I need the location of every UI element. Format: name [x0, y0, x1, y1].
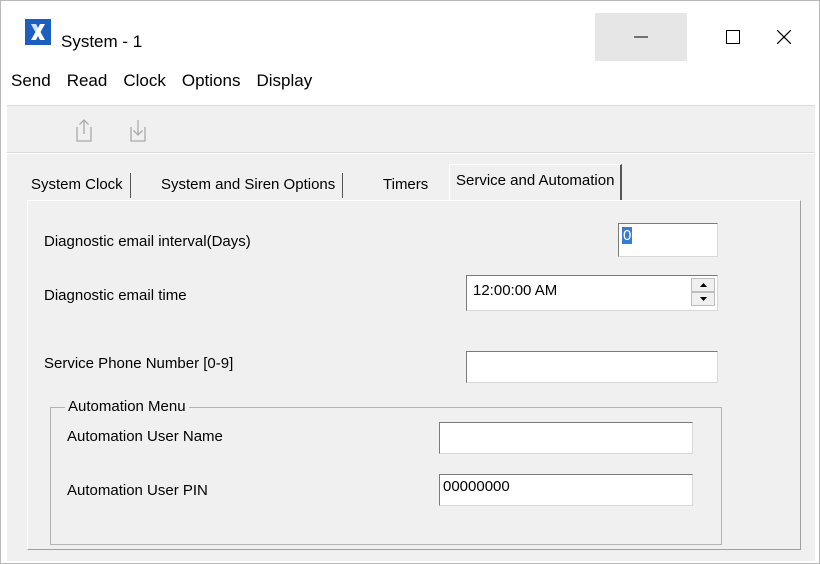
service-phone-label: Service Phone Number [0-9]	[44, 355, 234, 372]
automation-user-pin-label: Automation User PIN	[67, 482, 208, 499]
send-button[interactable]	[69, 114, 99, 146]
tab-system-clock[interactable]: System Clock	[25, 169, 131, 200]
tab-label: Timers	[383, 176, 429, 193]
email-time-value: 12:00:00 AM	[473, 282, 558, 299]
email-interval-input[interactable]: 0	[618, 223, 718, 257]
automation-user-pin-value: 00000000	[443, 478, 510, 495]
download-icon	[130, 120, 146, 142]
close-icon	[777, 30, 791, 44]
toolbar	[7, 105, 815, 153]
tab-label: System Clock	[31, 176, 123, 193]
tab-service-and-automation[interactable]: Service and Automation	[449, 164, 623, 200]
automation-menu-title: Automation Menu	[65, 398, 189, 416]
menu-options[interactable]: Options	[174, 63, 249, 99]
chevron-down-icon	[699, 297, 707, 301]
email-interval-label: Diagnostic email interval(Days)	[44, 233, 251, 250]
close-button[interactable]	[749, 13, 819, 61]
tab-divider	[129, 173, 131, 198]
title-bar: System - 1	[1, 1, 819, 61]
window-title: System - 1	[61, 32, 143, 51]
menu-bar: Send Read Clock Options Display	[1, 63, 320, 99]
menu-display[interactable]: Display	[248, 63, 320, 99]
menu-clock[interactable]: Clock	[115, 63, 174, 99]
email-time-label: Diagnostic email time	[44, 287, 187, 304]
time-spinner[interactable]	[691, 278, 715, 306]
email-time-picker[interactable]: 12:00:00 AM	[466, 275, 718, 311]
tab-divider	[341, 173, 344, 198]
spin-up-button[interactable]	[691, 278, 715, 292]
service-phone-input[interactable]	[466, 351, 718, 383]
read-button[interactable]	[123, 114, 153, 146]
menu-send[interactable]: Send	[1, 63, 59, 99]
maximize-icon	[726, 30, 740, 44]
tab-area: System Clock System and Siren Options Ti…	[7, 154, 815, 561]
email-interval-value: 0	[622, 227, 633, 244]
automation-user-pin-input[interactable]: 00000000	[439, 474, 693, 506]
tab-label: Service and Automation	[456, 172, 615, 189]
automation-user-name-input[interactable]	[439, 422, 693, 454]
tab-timers[interactable]: Timers	[377, 169, 434, 200]
automation-menu-group: Automation Menu Automation User Name Aut…	[50, 398, 722, 545]
tab-label: System and Siren Options	[161, 176, 336, 193]
automation-user-name-label: Automation User Name	[67, 428, 223, 445]
app-x-icon	[25, 19, 51, 45]
minimize-icon	[634, 36, 648, 38]
minimize-button[interactable]	[595, 13, 687, 61]
spin-down-button[interactable]	[691, 292, 715, 306]
menu-read[interactable]: Read	[59, 63, 116, 99]
system-window: System - 1 Send Read Clock Options Displ…	[0, 0, 820, 564]
chevron-up-icon	[699, 283, 707, 287]
tab-system-and-siren-options[interactable]: System and Siren Options	[155, 169, 344, 200]
upload-icon	[76, 119, 92, 142]
service-automation-panel: Diagnostic email interval(Days) 0 Diagno…	[27, 200, 801, 550]
